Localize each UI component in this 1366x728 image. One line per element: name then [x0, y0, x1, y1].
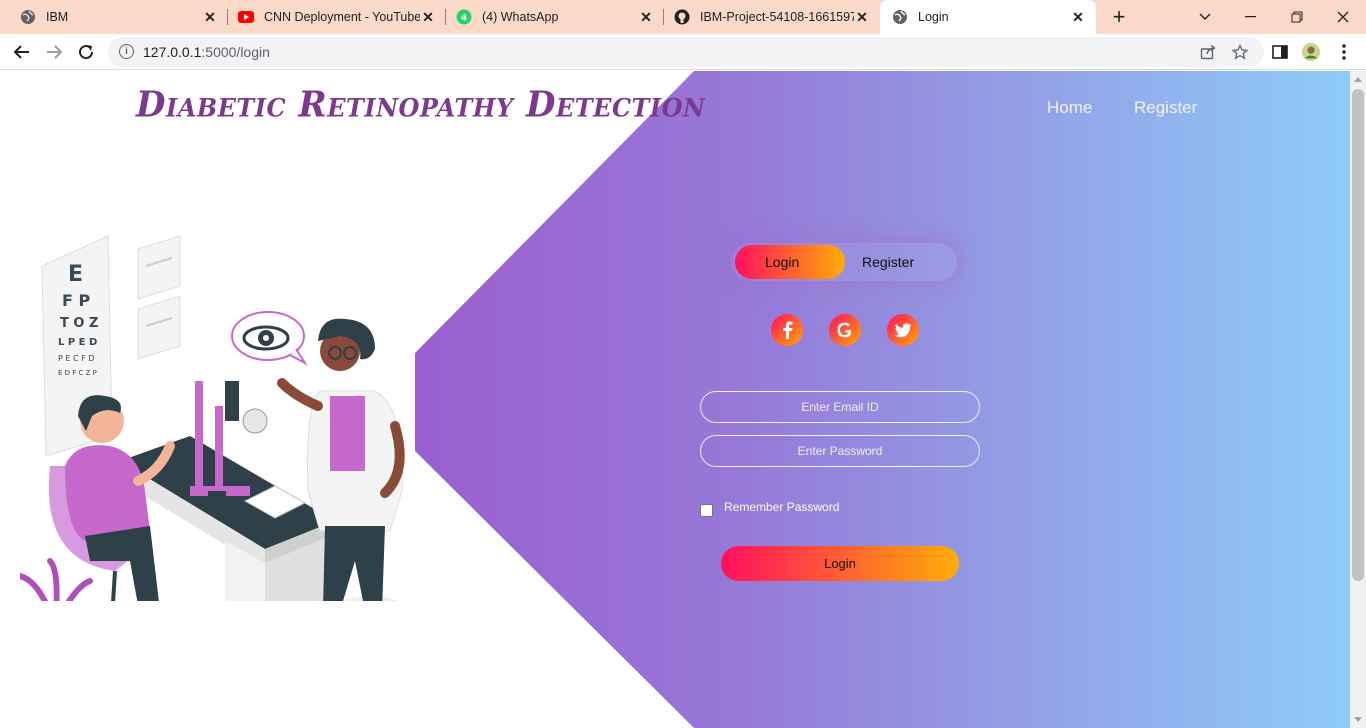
page-scrollbar[interactable] — [1350, 71, 1366, 728]
url-text[interactable]: 127.0.0.1:5000/login — [143, 44, 270, 60]
scrollbar-thumb[interactable] — [1352, 89, 1364, 581]
nav-home-link[interactable]: Home — [1047, 98, 1092, 118]
google-icon[interactable] — [829, 314, 861, 346]
tab-strip: IBM ✕ CNN Deployment - YouTube ✕ 4 (4) W… — [0, 0, 1366, 34]
more-menu-icon[interactable] — [1334, 42, 1354, 62]
close-icon[interactable]: ✕ — [1070, 9, 1086, 25]
svg-text:4: 4 — [461, 14, 467, 24]
svg-text:P E C F D: P E C F D — [58, 354, 94, 363]
tab-whatsapp[interactable]: 4 (4) WhatsApp ✕ — [446, 0, 664, 34]
brand-title: Diabetic Retinopathy Detection — [136, 84, 706, 126]
tab-title: (4) WhatsApp — [482, 10, 559, 24]
browser-toolbar: i 127.0.0.1:5000/login — [0, 34, 1366, 70]
minimize-button[interactable] — [1228, 0, 1274, 34]
tab-title: IBM — [46, 10, 69, 24]
email-input[interactable] — [700, 391, 980, 423]
close-window-button[interactable] — [1320, 0, 1366, 34]
remember-password-checkbox[interactable] — [700, 504, 713, 517]
back-button[interactable] — [10, 40, 34, 64]
forward-button[interactable] — [42, 40, 66, 64]
tab-title: IBM-Project-54108-1661597… — [700, 10, 854, 24]
svg-text:L P E D: L P E D — [58, 337, 97, 348]
side-panel-icon[interactable] — [1270, 42, 1290, 62]
tab-title: Login — [918, 10, 949, 24]
bookmark-star-icon[interactable] — [1230, 42, 1250, 62]
tab-title: CNN Deployment - YouTube — [264, 10, 420, 24]
close-icon[interactable]: ✕ — [202, 9, 218, 25]
globe-icon — [892, 9, 908, 25]
toggle-login-button[interactable]: Login — [765, 243, 799, 281]
site-info-icon[interactable]: i — [119, 44, 134, 59]
new-tab-button[interactable]: + — [1106, 4, 1132, 29]
remember-password-option[interactable]: Remember Password — [700, 497, 839, 517]
svg-text:T O Z: T O Z — [60, 316, 98, 331]
tab-login[interactable]: Login ✕ — [880, 0, 1096, 34]
tab-ibm[interactable]: IBM ✕ — [0, 0, 228, 34]
login-submit-button[interactable]: Login — [721, 546, 959, 581]
svg-text:E D F C Z P: E D F C Z P — [58, 369, 97, 377]
whatsapp-icon: 4 — [456, 9, 472, 25]
twitter-icon[interactable] — [887, 314, 919, 346]
svg-text:E: E — [68, 262, 83, 287]
scroll-up-icon[interactable] — [1354, 77, 1362, 82]
globe-icon — [20, 9, 36, 25]
close-icon[interactable]: ✕ — [638, 9, 654, 25]
nav-register-link[interactable]: Register — [1134, 98, 1197, 118]
remember-password-label: Remember Password — [724, 500, 840, 514]
tab-github[interactable]: IBM-Project-54108-1661597… ✕ — [664, 0, 880, 34]
password-input[interactable] — [700, 435, 980, 467]
restore-button[interactable] — [1274, 0, 1320, 34]
eye-exam-illustration: E F P T O Z L P E D P E C F D E D F C Z … — [20, 235, 405, 601]
reload-button[interactable] — [74, 40, 98, 64]
share-icon[interactable] — [1198, 42, 1218, 62]
tab-search-icon[interactable] — [1182, 0, 1228, 34]
profile-avatar[interactable] — [1301, 42, 1321, 62]
github-icon — [674, 9, 690, 25]
youtube-icon — [238, 9, 254, 25]
tab-youtube[interactable]: CNN Deployment - YouTube ✕ — [228, 0, 446, 34]
facebook-icon[interactable] — [771, 314, 803, 346]
potted-plant — [20, 558, 93, 601]
address-bar[interactable]: i 127.0.0.1:5000/login — [108, 37, 1264, 67]
svg-text:F P: F P — [62, 291, 91, 310]
scroll-down-icon[interactable] — [1354, 717, 1362, 722]
page-viewport: Diabetic Retinopathy Detection Home Regi… — [0, 71, 1350, 728]
close-icon[interactable]: ✕ — [854, 9, 870, 25]
auth-toggle: Login Register — [731, 243, 957, 281]
toggle-register-button[interactable]: Register — [862, 243, 914, 281]
close-icon[interactable]: ✕ — [420, 9, 436, 25]
eye-speech-bubble — [231, 311, 308, 366]
